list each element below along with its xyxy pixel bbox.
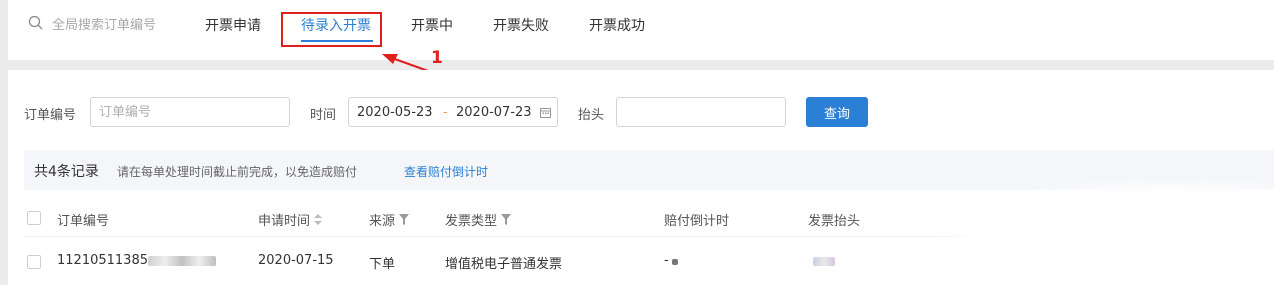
redacted-order-suffix <box>148 256 216 266</box>
redacted-countdown <box>672 259 678 265</box>
column-invoice-title: 发票抬头 <box>808 214 861 229</box>
white-smudge-overlay <box>930 180 1274 285</box>
column-order-number: 订单编号 <box>57 214 110 229</box>
sort-icon[interactable] <box>314 214 323 229</box>
redacted-invoice-title <box>813 257 835 266</box>
title-field[interactable] <box>616 97 786 127</box>
title-input[interactable] <box>617 98 785 126</box>
order-number-field[interactable] <box>90 97 290 127</box>
order-number-label: 订单编号 <box>24 108 77 123</box>
column-invoice-type-label: 发票类型 <box>445 214 498 229</box>
filter-icon[interactable] <box>501 214 512 229</box>
column-source[interactable]: 来源 <box>369 210 410 229</box>
date-separator: - <box>443 105 448 120</box>
column-source-label: 来源 <box>369 214 396 229</box>
view-compensation-countdown-link[interactable]: 查看赔付倒计时 <box>404 163 488 180</box>
query-button[interactable]: 查询 <box>806 97 868 127</box>
cell-compensation-countdown: - <box>664 253 669 268</box>
date-start[interactable]: 2020-05-23 <box>357 105 433 120</box>
column-compensation-countdown: 赔付倒计时 <box>664 214 730 229</box>
record-count: 共4条记录 <box>34 164 99 180</box>
annotation-number-1: 1 <box>431 48 443 68</box>
select-all-checkbox[interactable] <box>27 211 41 225</box>
date-end[interactable]: 2020-07-23 <box>456 105 532 120</box>
cell-invoice-type: 增值税电子普通发票 <box>445 257 563 272</box>
deadline-hint: 请在每单处理时间截止前完成，以免造成赔付 <box>117 165 358 179</box>
column-apply-time[interactable]: 申请时间 <box>258 210 323 229</box>
column-apply-time-label: 申请时间 <box>258 214 311 229</box>
title-label: 抬头 <box>578 108 605 123</box>
cell-apply-time: 2020-07-15 <box>258 253 334 268</box>
calendar-icon[interactable] <box>540 107 551 122</box>
row-checkbox[interactable] <box>27 255 41 269</box>
cell-order-number: 11210511385 <box>57 253 148 268</box>
time-label: 时间 <box>310 108 337 123</box>
order-number-input[interactable] <box>91 98 289 126</box>
date-range-picker[interactable]: 2020-05-23 - 2020-07-23 <box>348 97 558 127</box>
cell-source: 下单 <box>369 257 396 272</box>
column-invoice-type[interactable]: 发票类型 <box>445 210 512 229</box>
filter-icon[interactable] <box>399 214 410 229</box>
